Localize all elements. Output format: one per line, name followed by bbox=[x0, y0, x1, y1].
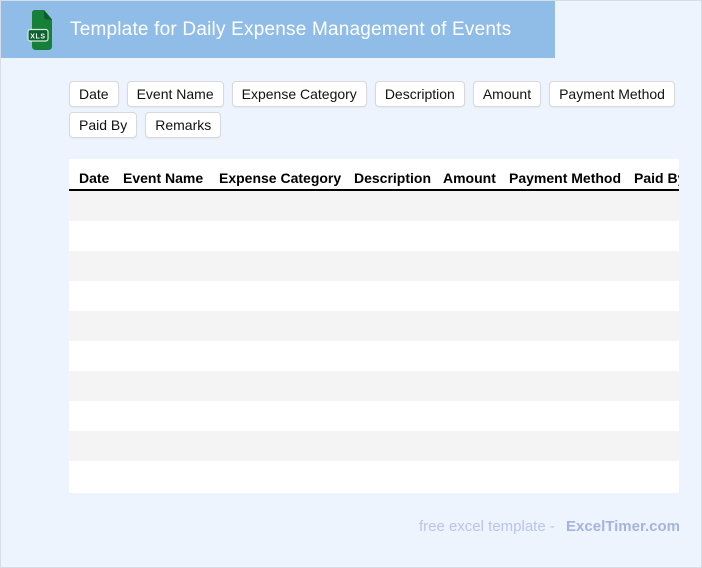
chip-description[interactable]: Description bbox=[374, 81, 465, 107]
table-row bbox=[69, 461, 679, 491]
table-row bbox=[69, 221, 679, 251]
table-header-row: Date Event Name Expense Category Descrip… bbox=[69, 159, 679, 191]
table-row bbox=[69, 281, 679, 311]
footer-text: free excel template - bbox=[418, 518, 555, 535]
column-header-expense-category: Expense Category bbox=[219, 170, 342, 186]
column-header-amount: Amount bbox=[443, 170, 496, 186]
footer-brand-link[interactable]: ExcelTimer.com bbox=[566, 518, 680, 535]
xls-file-icon: XLS bbox=[27, 9, 52, 50]
chip-row-1: Date Event Name Expense Category Descrip… bbox=[69, 81, 675, 107]
table-row bbox=[69, 191, 679, 221]
chip-expense-category[interactable]: Expense Category bbox=[231, 81, 367, 107]
chip-event-name[interactable]: Event Name bbox=[126, 81, 224, 107]
chip-paid-by[interactable]: Paid By bbox=[69, 112, 138, 138]
table-row bbox=[69, 311, 679, 341]
expense-table: Date Event Name Expense Category Descrip… bbox=[69, 159, 679, 493]
footer: free excel template - ExcelTimer.com bbox=[419, 518, 680, 535]
column-header-payment-method: Payment Method bbox=[509, 170, 622, 186]
table-row bbox=[69, 341, 679, 371]
chip-payment-method[interactable]: Payment Method bbox=[549, 81, 675, 107]
chip-date[interactable]: Date bbox=[69, 81, 119, 107]
table-row bbox=[69, 251, 679, 281]
table-body bbox=[69, 191, 679, 491]
chip-amount[interactable]: Amount bbox=[472, 81, 542, 107]
column-header-date: Date bbox=[79, 170, 110, 186]
table-row bbox=[69, 401, 679, 431]
chip-remarks[interactable]: Remarks bbox=[145, 112, 222, 138]
page-title: Template for Daily Expense Management of… bbox=[70, 18, 512, 40]
table-row bbox=[69, 431, 679, 461]
header-bar: XLS Template for Daily Expense Managemen… bbox=[1, 1, 555, 58]
table-row bbox=[69, 371, 679, 401]
xls-icon-label: XLS bbox=[30, 33, 45, 40]
column-header-event-name: Event Name bbox=[123, 170, 204, 186]
column-header-paid-by: Paid By bbox=[634, 170, 679, 186]
column-header-description: Description bbox=[354, 170, 432, 186]
chip-row-2: Paid By Remarks bbox=[69, 112, 222, 138]
template-preview-page: XLS Template for Daily Expense Managemen… bbox=[0, 0, 702, 568]
